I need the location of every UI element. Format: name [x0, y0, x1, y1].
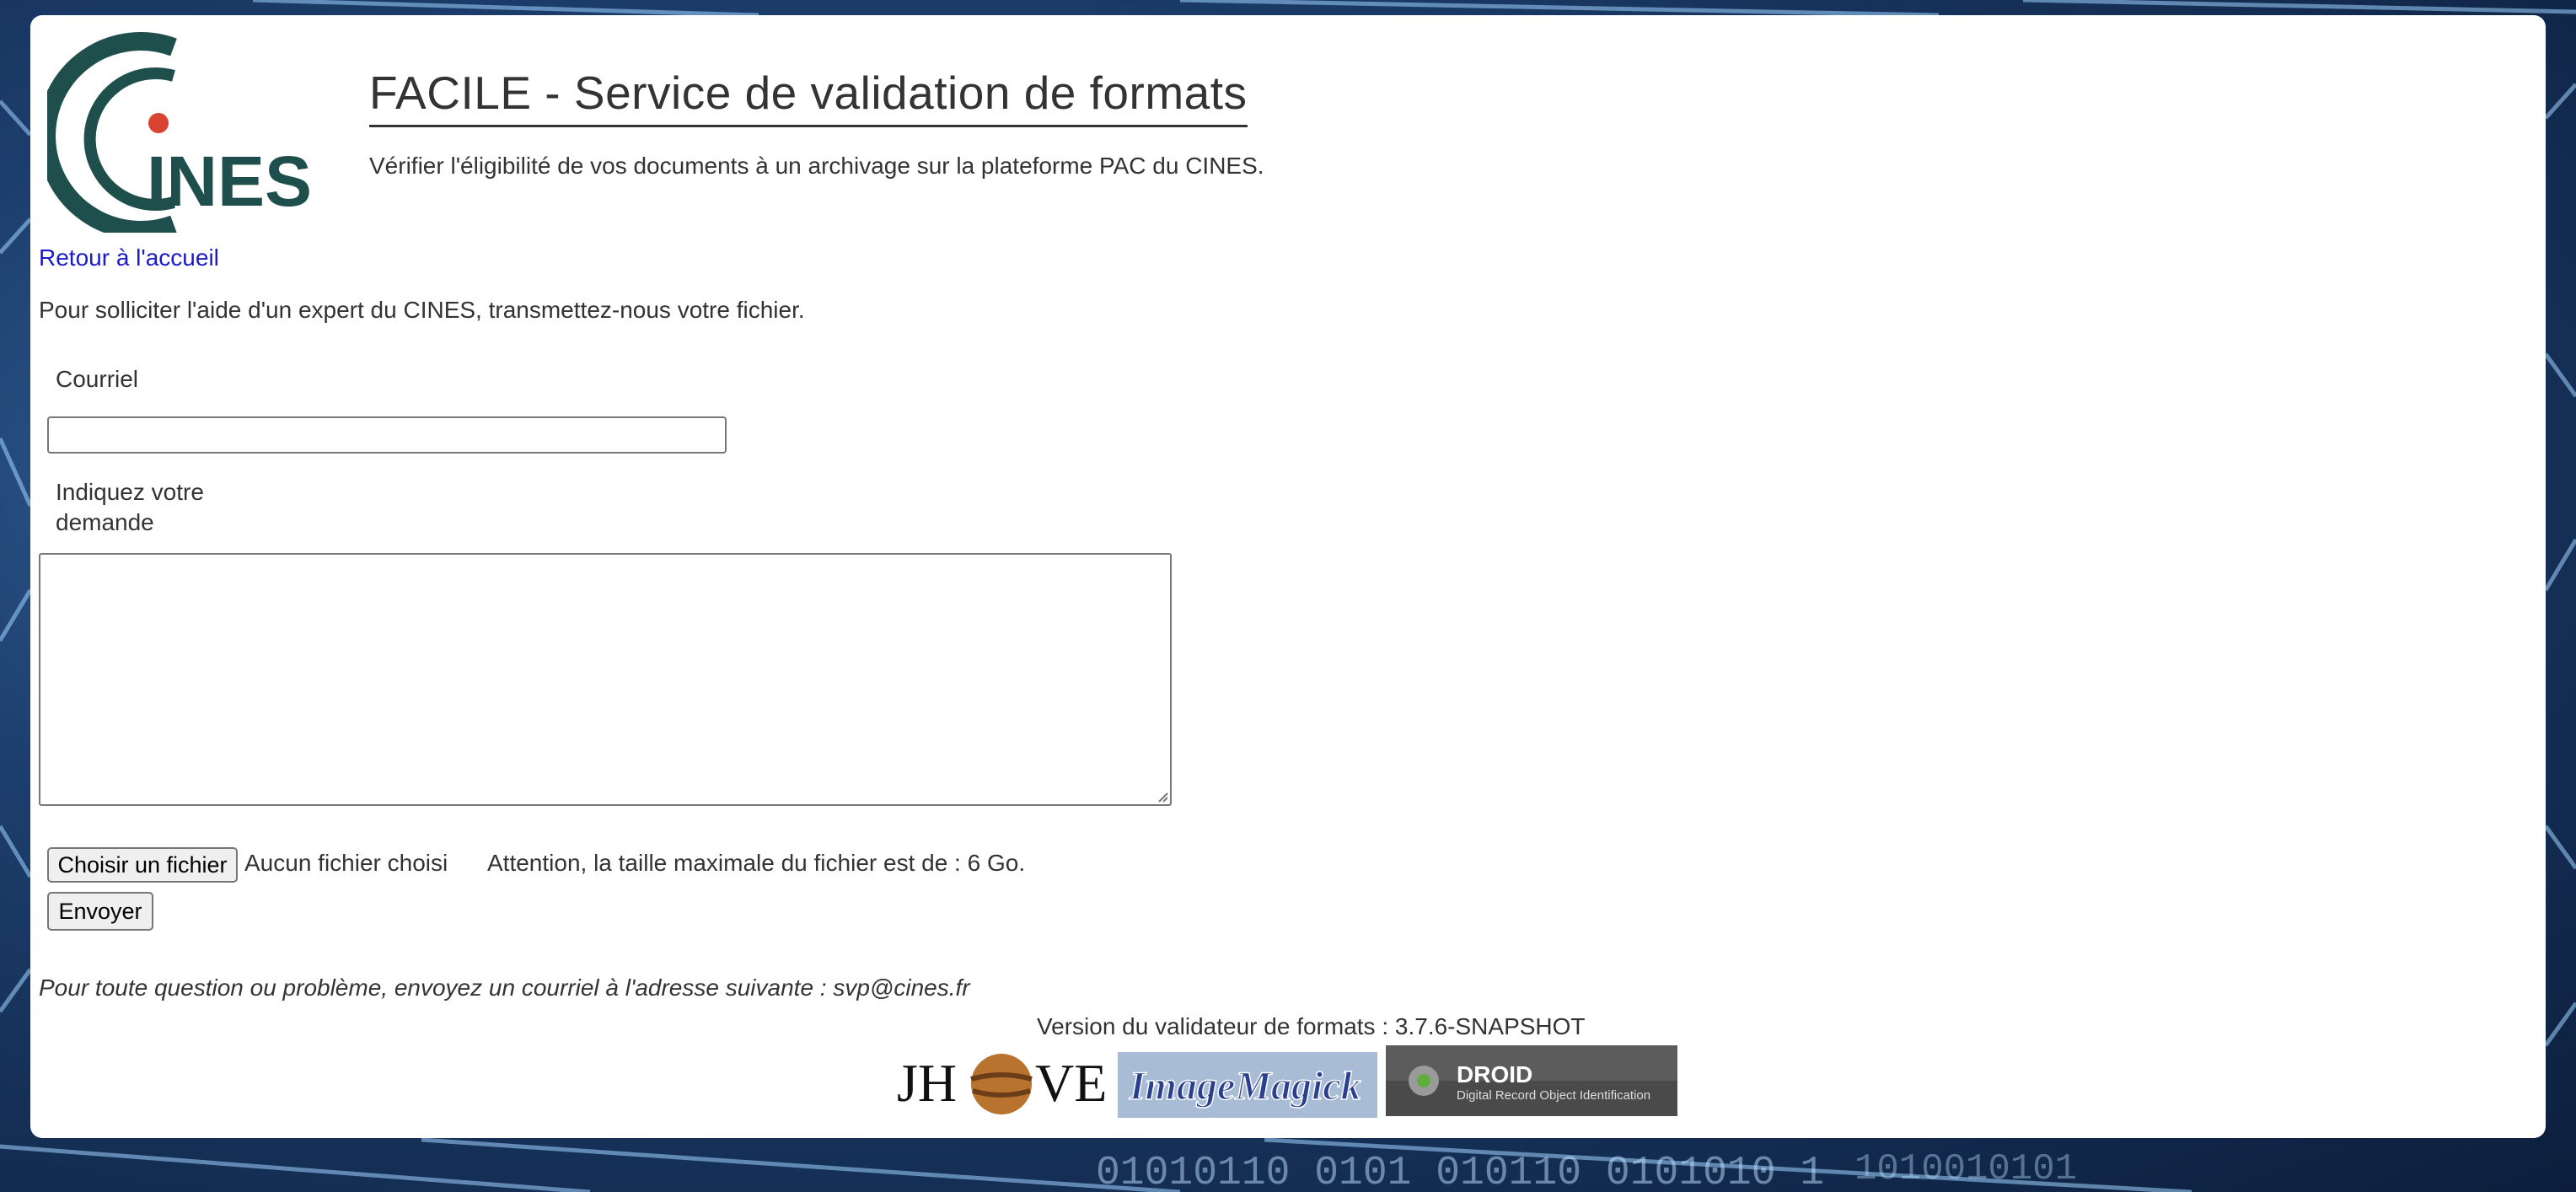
jhove-badge: JH VE: [897, 1053, 1107, 1114]
svg-text:JH: JH: [897, 1053, 957, 1113]
imagemagick-badge: ImageMagick: [1118, 1052, 1377, 1118]
email-label: Courriel: [56, 366, 139, 392]
version-text: Version du validateur de formats : 3.7.6…: [1037, 1013, 1586, 1039]
request-textarea[interactable]: [39, 553, 1172, 806]
svg-text:ImageMagick: ImageMagick: [1129, 1064, 1361, 1109]
request-label: Indiquez votre demande: [56, 479, 204, 535]
resize-handle-icon[interactable]: [1155, 789, 1168, 803]
file-status: Aucun fichier choisi: [244, 850, 448, 876]
email-field[interactable]: [47, 416, 727, 454]
droid-badge: DROID Digital Record Object Identificati…: [1386, 1045, 1677, 1116]
form-intro: Pour solliciter l'aide d'un expert du CI…: [39, 297, 805, 323]
file-size-warning: Attention, la taille maximale du fichier…: [487, 850, 1026, 876]
tool-badges: JH VE ImageMagick DROID Digital Record O…: [897, 1045, 1706, 1118]
choose-file-button[interactable]: Choisir un fichier: [47, 847, 238, 883]
jupiter-icon: [971, 1054, 1032, 1114]
droid-gear-icon: [1409, 1066, 1439, 1096]
svg-text:01010110 0101 010110 0101010 1: 01010110 0101 010110 0101010 1: [1096, 1151, 1824, 1192]
svg-text:Digital Record Object Identifi: Digital Record Object Identification: [1457, 1088, 1650, 1103]
main-card: INES FACILE - Service de validation de f…: [30, 15, 2546, 1138]
page-title: FACILE - Service de validation de format…: [369, 66, 1248, 127]
tool-badges-svg: JH VE ImageMagick DROID Digital Record O…: [897, 1045, 1677, 1118]
home-link[interactable]: Retour à l'accueil: [39, 244, 219, 271]
submit-button[interactable]: Envoyer: [47, 892, 153, 931]
cines-logo: INES: [47, 32, 312, 233]
contact-note: Pour toute question ou problème, envoyez…: [39, 975, 970, 1001]
svg-text:1010010101: 1010010101: [1854, 1148, 2077, 1190]
logo-text: INES: [147, 142, 312, 221]
svg-text:DROID: DROID: [1457, 1061, 1532, 1087]
header-block: FACILE - Service de validation de format…: [369, 66, 1264, 180]
page-subtitle: Vérifier l'éligibilité de vos documents …: [369, 153, 1264, 179]
svg-text:VE: VE: [1035, 1053, 1107, 1113]
